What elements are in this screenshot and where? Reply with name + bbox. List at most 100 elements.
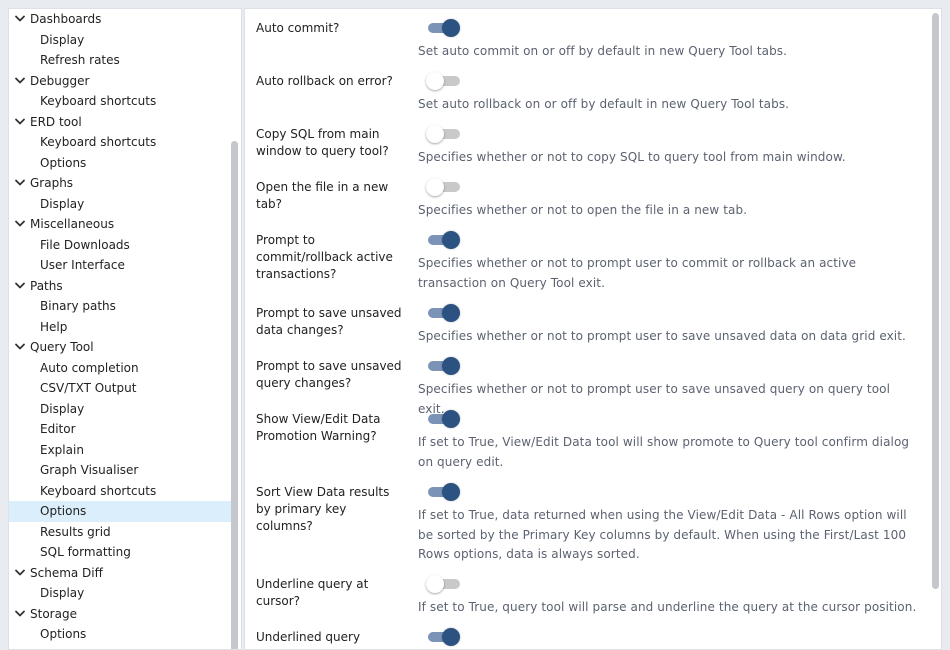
- chevron-down-icon[interactable]: [14, 276, 26, 296]
- toggle-knob: [442, 410, 460, 428]
- tree-item[interactable]: Options: [9, 153, 231, 174]
- chevron-down-icon[interactable]: [14, 173, 26, 193]
- chevron-down-icon[interactable]: [14, 214, 26, 234]
- setting-label: Sort View Data results by primary key co…: [256, 485, 390, 533]
- tree-item[interactable]: Auto completion: [9, 358, 231, 379]
- tree-item[interactable]: Display: [9, 583, 231, 604]
- tree-item-label: Display: [40, 586, 85, 600]
- tree-group[interactable]: Storage: [9, 604, 231, 625]
- setting-description: Specifies whether or not to copy SQL to …: [418, 150, 846, 164]
- tree-item[interactable]: File Downloads: [9, 235, 231, 256]
- tree-item[interactable]: SQL formatting: [9, 542, 231, 563]
- tree-item-label: Display: [40, 32, 85, 47]
- tree-item-label: Help: [40, 319, 68, 334]
- tree-item-label: CSV/TXT Output: [40, 381, 137, 395]
- tree-item-label: Refresh rates: [40, 53, 120, 67]
- tree-item[interactable]: CSV/TXT Output: [9, 378, 231, 399]
- tree-item-label: Miscellaneous: [30, 217, 115, 231]
- setting-label: Show View/Edit Data Promotion Warning?: [256, 412, 381, 443]
- preferences-tree-panel: Dashboards Display Refresh rates Debugger Ke…: [8, 8, 242, 650]
- setting-description: If set to True, query tool will parse an…: [418, 600, 917, 614]
- tree-item-label: User Interface: [40, 258, 125, 272]
- tree-item[interactable]: Binary paths: [9, 296, 231, 317]
- setting-toggle[interactable]: [428, 18, 460, 38]
- tree-item[interactable]: Display: [9, 30, 231, 51]
- toggle-knob: [442, 19, 460, 37]
- setting-toggle[interactable]: [428, 627, 460, 647]
- setting-toggle[interactable]: [428, 230, 460, 250]
- chevron-down-icon[interactable]: [14, 9, 26, 29]
- tree-item[interactable]: Display: [9, 399, 231, 420]
- setting-toggle[interactable]: [426, 574, 460, 594]
- tree-group[interactable]: Graphs: [9, 173, 231, 194]
- tree-item[interactable]: Options: [9, 624, 231, 645]
- tree-item-label: Keyboard shortcuts: [40, 483, 157, 498]
- chevron-down-icon[interactable]: [14, 112, 26, 132]
- setting-label: Open the file in a new tab?: [256, 180, 389, 211]
- toggle-knob: [442, 304, 460, 322]
- setting-toggle[interactable]: [428, 303, 460, 323]
- tree-item[interactable]: Keyboard shortcuts: [9, 132, 231, 153]
- setting-label: Underline query at cursor?: [256, 577, 369, 608]
- setting-toggle[interactable]: [428, 409, 460, 429]
- tree-group[interactable]: Dashboards: [9, 9, 231, 30]
- toggle-knob: [442, 231, 460, 249]
- tree-group[interactable]: Schema Diff: [9, 563, 231, 584]
- tree-item-label: Display: [40, 196, 85, 211]
- setting-description: Set auto commit on or off by default in …: [418, 44, 788, 58]
- tree-item-label: Graphs: [30, 176, 74, 190]
- toggle-knob: [426, 72, 444, 90]
- tree-item[interactable]: Refresh rates: [9, 50, 231, 71]
- setting-toggle[interactable]: [428, 356, 460, 376]
- toggle-knob: [442, 357, 460, 375]
- tree-item[interactable]: Keyboard shortcuts: [9, 481, 231, 502]
- tree-item-label: Schema Diff: [30, 565, 103, 580]
- settings-scrollbar[interactable]: [932, 13, 939, 589]
- tree-item[interactable]: Explain: [9, 440, 231, 461]
- tree-scrollbar[interactable]: [231, 141, 238, 649]
- tree-item-label: Binary paths: [40, 299, 116, 313]
- toggle-knob: [426, 575, 444, 593]
- tree-group[interactable]: Miscellaneous: [9, 214, 231, 235]
- setting-label: Prompt to save unsaved query changes?: [256, 359, 402, 390]
- tree-item[interactable]: Keyboard shortcuts: [9, 91, 231, 112]
- setting-toggle[interactable]: [428, 482, 460, 502]
- tree-item-label: Options: [40, 155, 87, 170]
- chevron-down-icon[interactable]: [14, 71, 26, 91]
- tree-item[interactable]: Display: [9, 194, 231, 215]
- setting-toggle[interactable]: [426, 71, 460, 91]
- setting-label: Prompt to save unsaved data changes?: [256, 306, 402, 337]
- tree-item-label: File Downloads: [40, 237, 130, 252]
- tree-item[interactable]: Results grid: [9, 522, 231, 543]
- tree-item-label: Dashboards: [30, 12, 102, 26]
- tree-item[interactable]: Help: [9, 317, 231, 338]
- tree-item-label: Results grid: [40, 524, 111, 539]
- tree-item[interactable]: User Interface: [9, 255, 231, 276]
- toggle-knob: [426, 178, 444, 196]
- tree-item[interactable]: Graph Visualiser: [9, 460, 231, 481]
- tree-group[interactable]: Query Tool: [9, 337, 231, 358]
- setting-description: Specifies whether or not to open the fil…: [418, 203, 748, 217]
- setting-toggle[interactable]: [426, 124, 460, 144]
- chevron-down-icon[interactable]: [14, 337, 26, 357]
- tree-item-label: ERD tool: [30, 114, 82, 129]
- tree-item-label: Storage: [30, 606, 77, 621]
- setting-description: Specifies whether or not to prompt user …: [418, 256, 857, 290]
- setting-label: Underlined query execute: [256, 630, 361, 649]
- setting-description: If set to True, data returned when using…: [418, 508, 907, 561]
- chevron-down-icon[interactable]: [14, 604, 26, 624]
- tree-item[interactable]: Options: [9, 501, 231, 522]
- chevron-down-icon[interactable]: [14, 563, 26, 583]
- tree-group[interactable]: ERD tool: [9, 112, 231, 133]
- tree-item-label: Query Tool: [30, 340, 94, 354]
- tree-item[interactable]: Editor: [9, 419, 231, 440]
- setting-description: If set to True, View/Edit Data tool will…: [418, 435, 910, 469]
- setting-label: Auto rollback on error?: [256, 74, 393, 88]
- tree-group[interactable]: Debugger: [9, 71, 231, 92]
- setting-toggle[interactable]: [426, 177, 460, 197]
- tree-group[interactable]: Paths: [9, 276, 231, 297]
- tree-item-label: Explain: [40, 442, 84, 457]
- toggle-knob: [442, 483, 460, 501]
- tree-item-label: Debugger: [30, 73, 90, 88]
- setting-label: Copy SQL from main window to query tool?: [256, 127, 389, 158]
